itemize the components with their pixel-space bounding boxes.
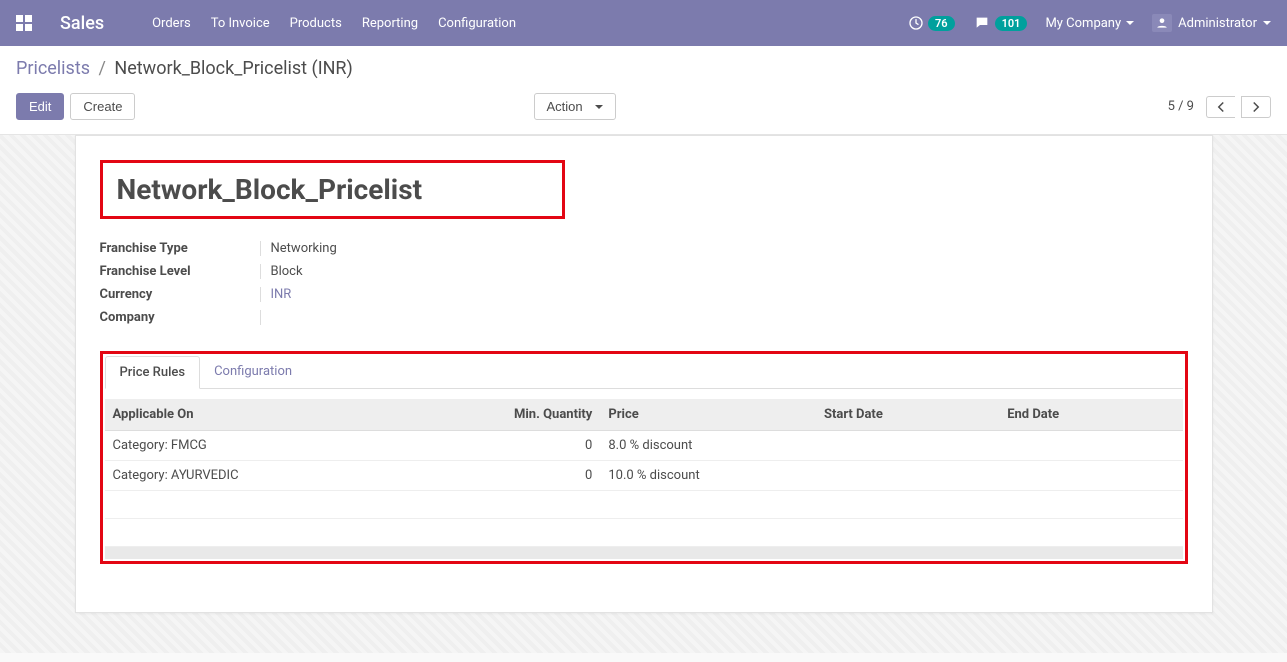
user-menu[interactable]: Administrator: [1152, 14, 1271, 32]
caret-down-icon: [1263, 21, 1271, 25]
franchise-level-value: Block: [271, 264, 303, 279]
top-navbar: Sales Orders To Invoice Products Reporti…: [0, 0, 1287, 46]
company-label: Company: [100, 310, 250, 325]
franchise-type-value: Networking: [271, 241, 337, 256]
tabs: Price Rules Configuration: [105, 356, 1183, 389]
record-title-box: Network_Block_Pricelist: [100, 160, 566, 219]
action-dropdown[interactable]: Action: [534, 93, 616, 120]
currency-label: Currency: [100, 287, 250, 302]
breadcrumb-current: Network_Block_Pricelist (INR): [114, 58, 352, 79]
user-avatar-icon: [1152, 14, 1172, 32]
table-row-empty: [105, 519, 1183, 547]
chevron-left-icon: [1216, 101, 1226, 113]
nav-reporting[interactable]: Reporting: [362, 16, 418, 31]
control-bar: Pricelists / Network_Block_Pricelist (IN…: [0, 46, 1287, 135]
col-price[interactable]: Price: [600, 399, 816, 431]
company-selector[interactable]: My Company: [1045, 16, 1134, 31]
content-area: Network_Block_Pricelist Franchise Type N…: [0, 135, 1287, 653]
price-rules-table: Applicable On Min. Quantity Price Start …: [105, 399, 1183, 547]
table-row-empty: [105, 491, 1183, 519]
tabs-highlight-box: Price Rules Configuration Applicable On …: [100, 351, 1188, 564]
pager-buttons: [1206, 96, 1271, 118]
franchise-type-label: Franchise Type: [100, 241, 250, 256]
tab-price-rules[interactable]: Price Rules: [105, 356, 201, 389]
cell-applicable-on: Category: FMCG: [105, 431, 450, 461]
table-footer-bar: [105, 547, 1183, 559]
company-name: My Company: [1045, 16, 1121, 31]
action-label: Action: [547, 99, 583, 114]
tab-configuration[interactable]: Configuration: [200, 356, 306, 388]
breadcrumb: Pricelists / Network_Block_Pricelist (IN…: [16, 58, 1271, 79]
nav-orders[interactable]: Orders: [152, 16, 191, 31]
pager-prev-button[interactable]: [1206, 96, 1235, 118]
activity-indicator[interactable]: 76: [908, 15, 955, 31]
nav-configuration[interactable]: Configuration: [438, 16, 516, 31]
table-row[interactable]: Category: AYURVEDIC010.0 % discount: [105, 461, 1183, 491]
edit-button[interactable]: Edit: [16, 93, 64, 120]
breadcrumb-separator: /: [99, 58, 106, 79]
caret-down-icon: [595, 105, 603, 109]
apps-icon[interactable]: [16, 15, 32, 31]
caret-down-icon: [1126, 21, 1134, 25]
user-name: Administrator: [1178, 16, 1257, 31]
nav-links: Orders To Invoice Products Reporting Con…: [152, 16, 516, 31]
cell-price: 10.0 % discount: [600, 461, 816, 491]
franchise-level-label: Franchise Level: [100, 264, 250, 279]
cell-price: 8.0 % discount: [600, 431, 816, 461]
col-min-qty[interactable]: Min. Quantity: [449, 399, 600, 431]
create-button[interactable]: Create: [70, 93, 135, 120]
pager-next-button[interactable]: [1241, 96, 1271, 118]
cell-start-date: [816, 431, 999, 461]
currency-value[interactable]: INR: [271, 287, 292, 302]
app-brand[interactable]: Sales: [60, 13, 104, 34]
cell-end-date: [999, 461, 1182, 491]
nav-to-invoice[interactable]: To Invoice: [211, 16, 270, 31]
chevron-right-icon: [1251, 101, 1261, 113]
table-row[interactable]: Category: FMCG08.0 % discount: [105, 431, 1183, 461]
messaging-badge: 101: [995, 16, 1028, 31]
cell-applicable-on: Category: AYURVEDIC: [105, 461, 450, 491]
pager-text[interactable]: 5 / 9: [1168, 99, 1194, 114]
form-card: Network_Block_Pricelist Franchise Type N…: [75, 135, 1213, 613]
nav-products[interactable]: Products: [290, 16, 342, 31]
cell-min-qty: 0: [449, 461, 600, 491]
field-grid: Franchise Type Networking Franchise Leve…: [100, 237, 1188, 329]
activity-badge: 76: [928, 16, 955, 31]
cell-start-date: [816, 461, 999, 491]
messaging-indicator[interactable]: 101: [973, 15, 1028, 31]
chat-icon: [973, 15, 991, 31]
record-title: Network_Block_Pricelist: [117, 173, 423, 206]
col-start-date[interactable]: Start Date: [816, 399, 999, 431]
col-end-date[interactable]: End Date: [999, 399, 1182, 431]
breadcrumb-parent[interactable]: Pricelists: [16, 58, 90, 79]
col-applicable-on[interactable]: Applicable On: [105, 399, 450, 431]
cell-end-date: [999, 431, 1182, 461]
clock-icon: [908, 15, 924, 31]
cell-min-qty: 0: [449, 431, 600, 461]
